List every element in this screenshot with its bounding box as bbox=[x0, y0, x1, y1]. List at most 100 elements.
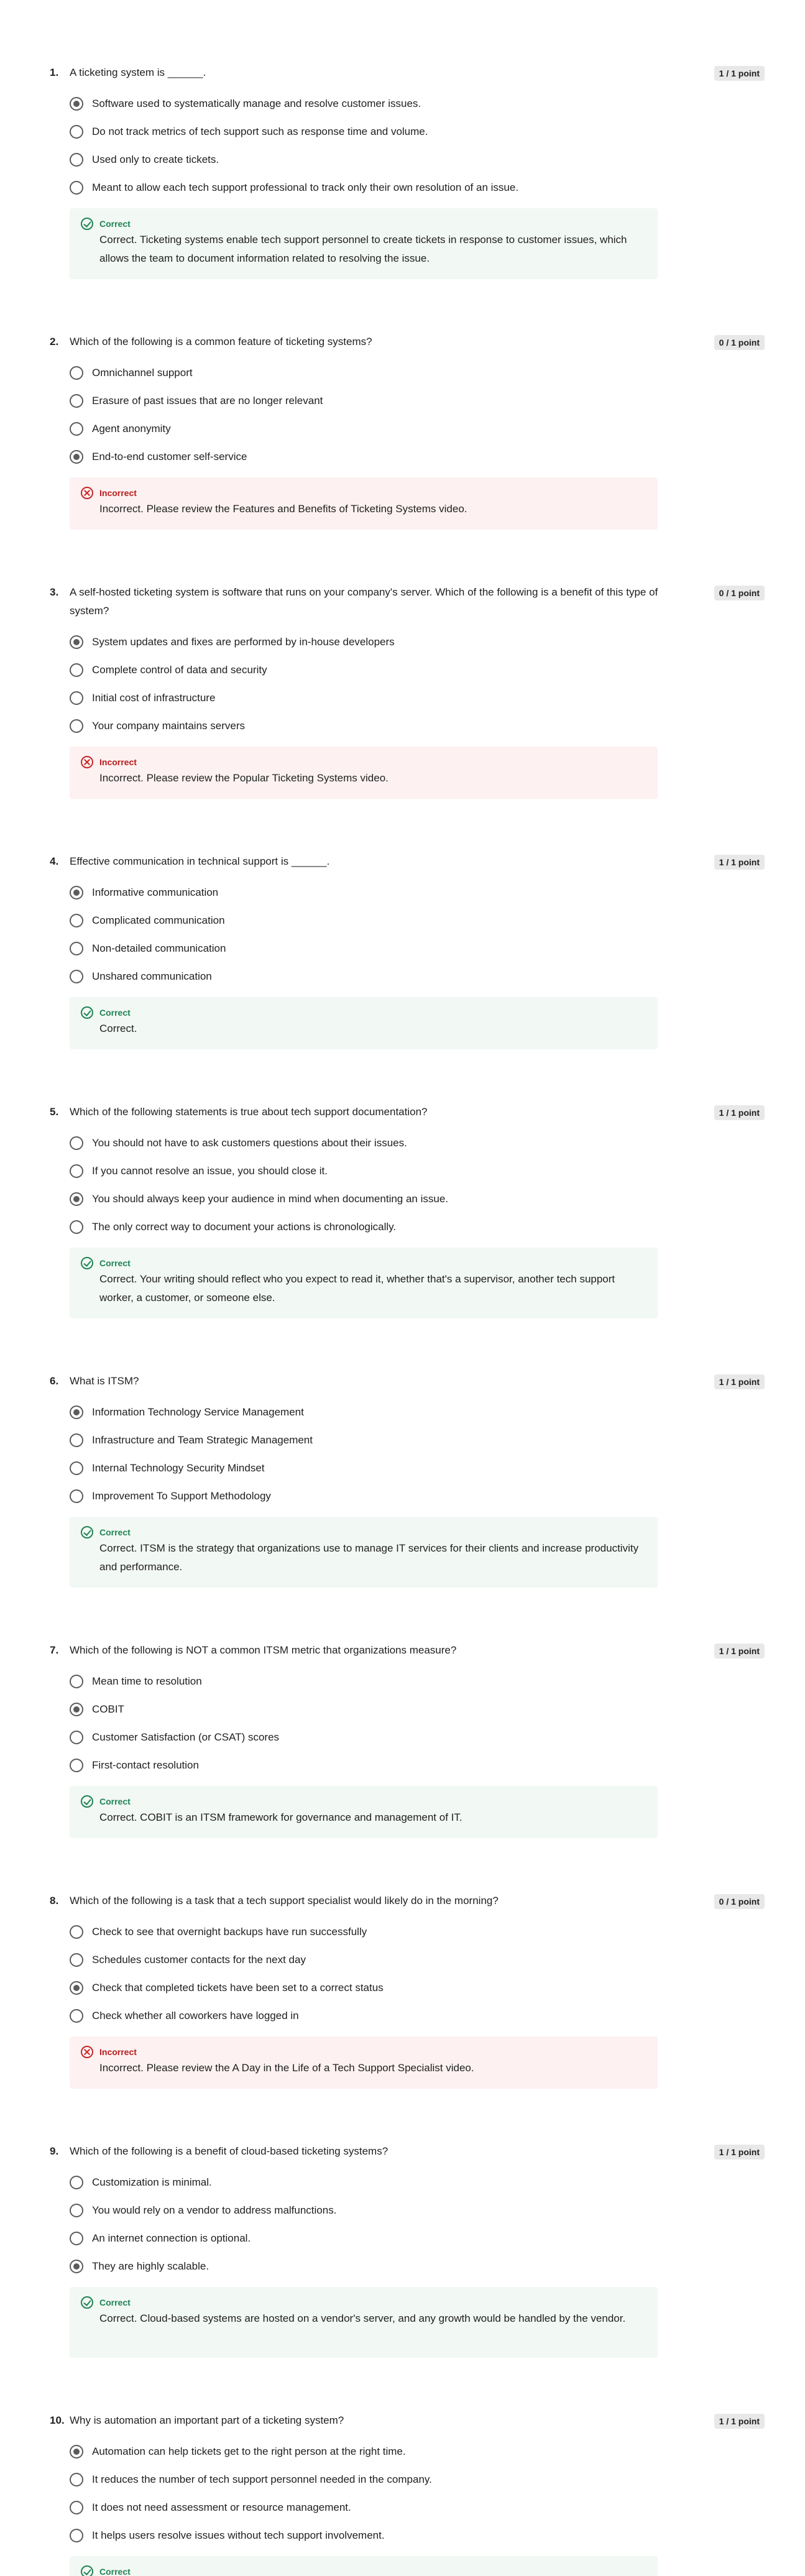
radio-empty-icon[interactable] bbox=[70, 1489, 83, 1503]
radio-empty-icon[interactable] bbox=[70, 2501, 83, 2514]
radio-empty-icon[interactable] bbox=[70, 914, 83, 927]
radio-empty-icon[interactable] bbox=[70, 422, 83, 436]
radio-empty-icon[interactable] bbox=[70, 2009, 83, 2023]
answer-option[interactable]: It does not need assessment or resource … bbox=[70, 2500, 666, 2516]
radio-empty-icon[interactable] bbox=[70, 1136, 83, 1150]
question-header: 4. Effective communication in technical s… bbox=[50, 852, 765, 871]
radio-empty-icon[interactable] bbox=[70, 1925, 83, 1939]
answer-option[interactable]: It helps users resolve issues without te… bbox=[70, 2528, 666, 2544]
radio-empty-icon[interactable] bbox=[70, 2473, 83, 2486]
radio-selected-icon[interactable] bbox=[70, 2260, 83, 2273]
answer-option[interactable]: Omnichannel support bbox=[70, 365, 666, 381]
radio-empty-icon[interactable] bbox=[70, 366, 83, 380]
radio-empty-icon[interactable] bbox=[70, 2176, 83, 2189]
question-text: Effective communication in technical sup… bbox=[70, 855, 330, 867]
radio-selected-icon[interactable] bbox=[70, 635, 83, 649]
answer-option[interactable]: Used only to create tickets. bbox=[70, 152, 666, 168]
question-text: Why is automation an important part of a… bbox=[70, 2414, 344, 2426]
answer-option[interactable]: Initial cost of infrastructure bbox=[70, 690, 666, 706]
radio-empty-icon[interactable] bbox=[70, 1220, 83, 1234]
answer-option[interactable]: Schedules customer contacts for the next… bbox=[70, 1952, 666, 1968]
radio-empty-icon[interactable] bbox=[70, 1953, 83, 1967]
radio-empty-icon[interactable] bbox=[70, 2204, 83, 2217]
radio-empty-icon[interactable] bbox=[70, 2529, 83, 2542]
answer-option[interactable]: If you cannot resolve an issue, you shou… bbox=[70, 1163, 666, 1179]
points-badge: 1 / 1 point bbox=[714, 66, 765, 81]
radio-selected-icon[interactable] bbox=[70, 2445, 83, 2459]
check-circle-icon bbox=[81, 2565, 93, 2576]
answer-option[interactable]: Check to see that overnight backups have… bbox=[70, 1924, 666, 1940]
feedback-correct: Correct bbox=[70, 2556, 658, 2576]
radio-empty-icon[interactable] bbox=[70, 719, 83, 733]
radio-empty-icon[interactable] bbox=[70, 663, 83, 677]
feedback-title: Correct bbox=[99, 1527, 131, 1537]
answer-option[interactable]: You should not have to ask customers que… bbox=[70, 1135, 666, 1151]
check-circle-icon bbox=[81, 1257, 93, 1269]
radio-empty-icon[interactable] bbox=[70, 2232, 83, 2245]
radio-selected-icon[interactable] bbox=[70, 97, 83, 111]
answer-option-label: First-contact resolution bbox=[92, 1759, 199, 1771]
radio-empty-icon[interactable] bbox=[70, 394, 83, 408]
answer-option[interactable]: Mean time to resolution bbox=[70, 1673, 666, 1690]
answer-option[interactable]: Agent anonymity bbox=[70, 421, 666, 437]
radio-selected-icon[interactable] bbox=[70, 450, 83, 464]
radio-empty-icon[interactable] bbox=[70, 691, 83, 705]
answer-option[interactable]: Software used to systematically manage a… bbox=[70, 96, 666, 112]
answer-option[interactable]: End-to-end customer self-service bbox=[70, 449, 666, 465]
answer-option[interactable]: An internet connection is optional. bbox=[70, 2230, 666, 2247]
answer-option[interactable]: Complicated communication bbox=[70, 913, 666, 929]
answer-option-label: Omnichannel support bbox=[92, 367, 193, 379]
question-number: 4. bbox=[50, 855, 59, 867]
radio-selected-icon[interactable] bbox=[70, 1703, 83, 1716]
answer-option[interactable]: Your company maintains servers bbox=[70, 718, 666, 734]
answer-option-label: You would rely on a vendor to address ma… bbox=[92, 2204, 337, 2216]
feedback-title: Incorrect bbox=[99, 488, 137, 498]
radio-selected-icon[interactable] bbox=[70, 1981, 83, 1995]
answer-option[interactable]: System updates and fixes are performed b… bbox=[70, 634, 666, 650]
question-header: 7. Which of the following is NOT a common… bbox=[50, 1641, 765, 1660]
answer-option[interactable]: They are highly scalable. bbox=[70, 2258, 666, 2275]
radio-empty-icon[interactable] bbox=[70, 970, 83, 983]
radio-selected-icon[interactable] bbox=[70, 1192, 83, 1206]
answer-option[interactable]: Customer Satisfaction (or CSAT) scores bbox=[70, 1729, 666, 1746]
answer-option-label: It helps users resolve issues without te… bbox=[92, 2529, 385, 2541]
radio-empty-icon[interactable] bbox=[70, 1759, 83, 1772]
answer-option[interactable]: Informative communication bbox=[70, 885, 666, 901]
answer-option[interactable]: Infrastructure and Team Strategic Manage… bbox=[70, 1432, 666, 1448]
answer-option[interactable]: Complete control of data and security bbox=[70, 662, 666, 678]
radio-empty-icon[interactable] bbox=[70, 942, 83, 955]
answer-option[interactable]: Unshared communication bbox=[70, 968, 666, 985]
answer-option[interactable]: Do not track metrics of tech support suc… bbox=[70, 124, 666, 140]
radio-empty-icon[interactable] bbox=[70, 125, 83, 139]
answer-option[interactable]: The only correct way to document your ac… bbox=[70, 1219, 666, 1235]
x-circle-icon bbox=[81, 2046, 93, 2058]
question-block: 4. Effective communication in technical s… bbox=[50, 852, 765, 1049]
answer-option[interactable]: First-contact resolution bbox=[70, 1757, 666, 1773]
radio-empty-icon[interactable] bbox=[70, 1433, 83, 1447]
answer-option[interactable]: Automation can help tickets get to the r… bbox=[70, 2444, 666, 2460]
answer-option[interactable]: Meant to allow each tech support profess… bbox=[70, 180, 666, 196]
answer-option[interactable]: Non-detailed communication bbox=[70, 941, 666, 957]
radio-empty-icon[interactable] bbox=[70, 181, 83, 195]
feedback-correct: Correct Correct. Your writing should refl… bbox=[70, 1248, 658, 1318]
radio-empty-icon[interactable] bbox=[70, 1675, 83, 1688]
feedback-status: Incorrect bbox=[81, 2045, 646, 2059]
answer-option[interactable]: Check whether all coworkers have logged … bbox=[70, 2008, 666, 2024]
answer-option[interactable]: Erasure of past issues that are no longe… bbox=[70, 393, 666, 409]
radio-empty-icon[interactable] bbox=[70, 1164, 83, 1178]
answer-option-label: Schedules customer contacts for the next… bbox=[92, 1954, 306, 1966]
answer-option[interactable]: Customization is minimal. bbox=[70, 2174, 666, 2191]
answer-option[interactable]: It reduces the number of tech support pe… bbox=[70, 2472, 666, 2488]
radio-empty-icon[interactable] bbox=[70, 1461, 83, 1475]
answer-option[interactable]: COBIT bbox=[70, 1701, 666, 1718]
answer-option[interactable]: You would rely on a vendor to address ma… bbox=[70, 2202, 666, 2219]
answer-option[interactable]: Information Technology Service Managemen… bbox=[70, 1404, 666, 1420]
radio-selected-icon[interactable] bbox=[70, 886, 83, 899]
radio-selected-icon[interactable] bbox=[70, 1405, 83, 1419]
radio-empty-icon[interactable] bbox=[70, 153, 83, 167]
answer-option[interactable]: Internal Technology Security Mindset bbox=[70, 1460, 666, 1476]
answer-option[interactable]: Check that completed tickets have been s… bbox=[70, 1980, 666, 1996]
radio-empty-icon[interactable] bbox=[70, 1731, 83, 1744]
answer-option[interactable]: You should always keep your audience in … bbox=[70, 1191, 666, 1207]
answer-option[interactable]: Improvement To Support Methodology bbox=[70, 1488, 666, 1504]
